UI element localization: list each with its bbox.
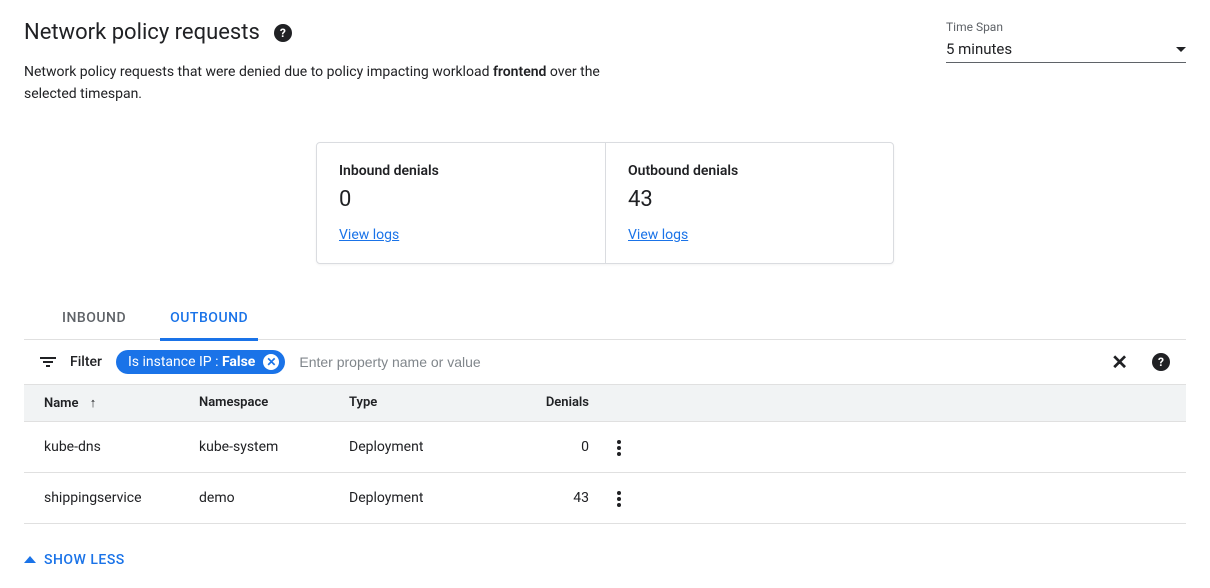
col-header-namespace[interactable]: Namespace (199, 395, 349, 410)
row-actions-menu-icon[interactable] (611, 434, 627, 462)
cell-type: Deployment (349, 490, 509, 506)
filter-icon (40, 357, 56, 367)
tab-inbound[interactable]: INBOUND (52, 300, 136, 341)
cell-denials: 0 (509, 439, 589, 455)
description-prefix: Network policy requests that were denied… (24, 64, 493, 80)
inbound-denials-title: Inbound denials (339, 163, 583, 179)
filter-bar: Filter Is instance IP : False ✕ ✕ ? (24, 340, 1186, 384)
inbound-denials-card: Inbound denials 0 View logs (317, 143, 605, 263)
table-header-row: Name ↑ Namespace Type Denials (24, 384, 1186, 422)
cell-name: shippingservice (44, 490, 199, 506)
page-title: Network policy requests (24, 20, 260, 45)
show-less-button[interactable]: SHOW LESS (24, 552, 1186, 568)
chip-key: Is instance IP : (128, 354, 222, 370)
inbound-denials-value: 0 (339, 187, 583, 212)
cell-denials: 43 (509, 490, 589, 506)
filter-chip[interactable]: Is instance IP : False ✕ (116, 350, 285, 374)
tab-outbound[interactable]: OUTBOUND (160, 300, 258, 341)
denials-table: Name ↑ Namespace Type Denials kube-dns k… (24, 384, 1186, 524)
cell-namespace: demo (199, 490, 349, 506)
filter-label: Filter (70, 354, 102, 370)
chip-remove-icon[interactable]: ✕ (263, 354, 279, 370)
cell-type: Deployment (349, 439, 509, 455)
tabs: INBOUND OUTBOUND (24, 300, 1186, 340)
dropdown-arrow-icon (1176, 47, 1186, 52)
timespan-value: 5 minutes (946, 40, 1012, 58)
sort-ascending-icon: ↑ (90, 395, 97, 411)
filter-help-icon[interactable]: ? (1152, 353, 1170, 371)
outbound-denials-title: Outbound denials (628, 163, 871, 179)
table-row: shippingservice demo Deployment 43 (24, 473, 1186, 524)
chip-value: False (222, 354, 255, 370)
timespan-select[interactable]: 5 minutes (946, 36, 1186, 63)
filter-input[interactable] (299, 354, 1097, 370)
cell-namespace: kube-system (199, 439, 349, 455)
col-header-name[interactable]: Name ↑ (44, 395, 199, 411)
outbound-view-logs-link[interactable]: View logs (628, 227, 688, 243)
outbound-denials-card: Outbound denials 43 View logs (605, 143, 893, 263)
cell-name: kube-dns (44, 439, 199, 455)
description-workload: frontend (493, 64, 547, 80)
page-description: Network policy requests that were denied… (24, 61, 644, 106)
outbound-denials-value: 43 (628, 187, 871, 212)
show-less-label: SHOW LESS (44, 552, 125, 568)
chevron-up-icon (24, 556, 36, 563)
clear-filter-icon[interactable]: ✕ (1111, 350, 1128, 374)
table-row: kube-dns kube-system Deployment 0 (24, 422, 1186, 473)
inbound-view-logs-link[interactable]: View logs (339, 227, 399, 243)
denials-cards: Inbound denials 0 View logs Outbound den… (316, 142, 894, 264)
col-header-denials[interactable]: Denials (509, 395, 589, 410)
col-header-name-label: Name (44, 396, 78, 411)
col-header-type[interactable]: Type (349, 395, 509, 410)
timespan-label: Time Span (946, 20, 1186, 34)
row-actions-menu-icon[interactable] (611, 485, 627, 513)
help-icon[interactable]: ? (274, 24, 292, 42)
